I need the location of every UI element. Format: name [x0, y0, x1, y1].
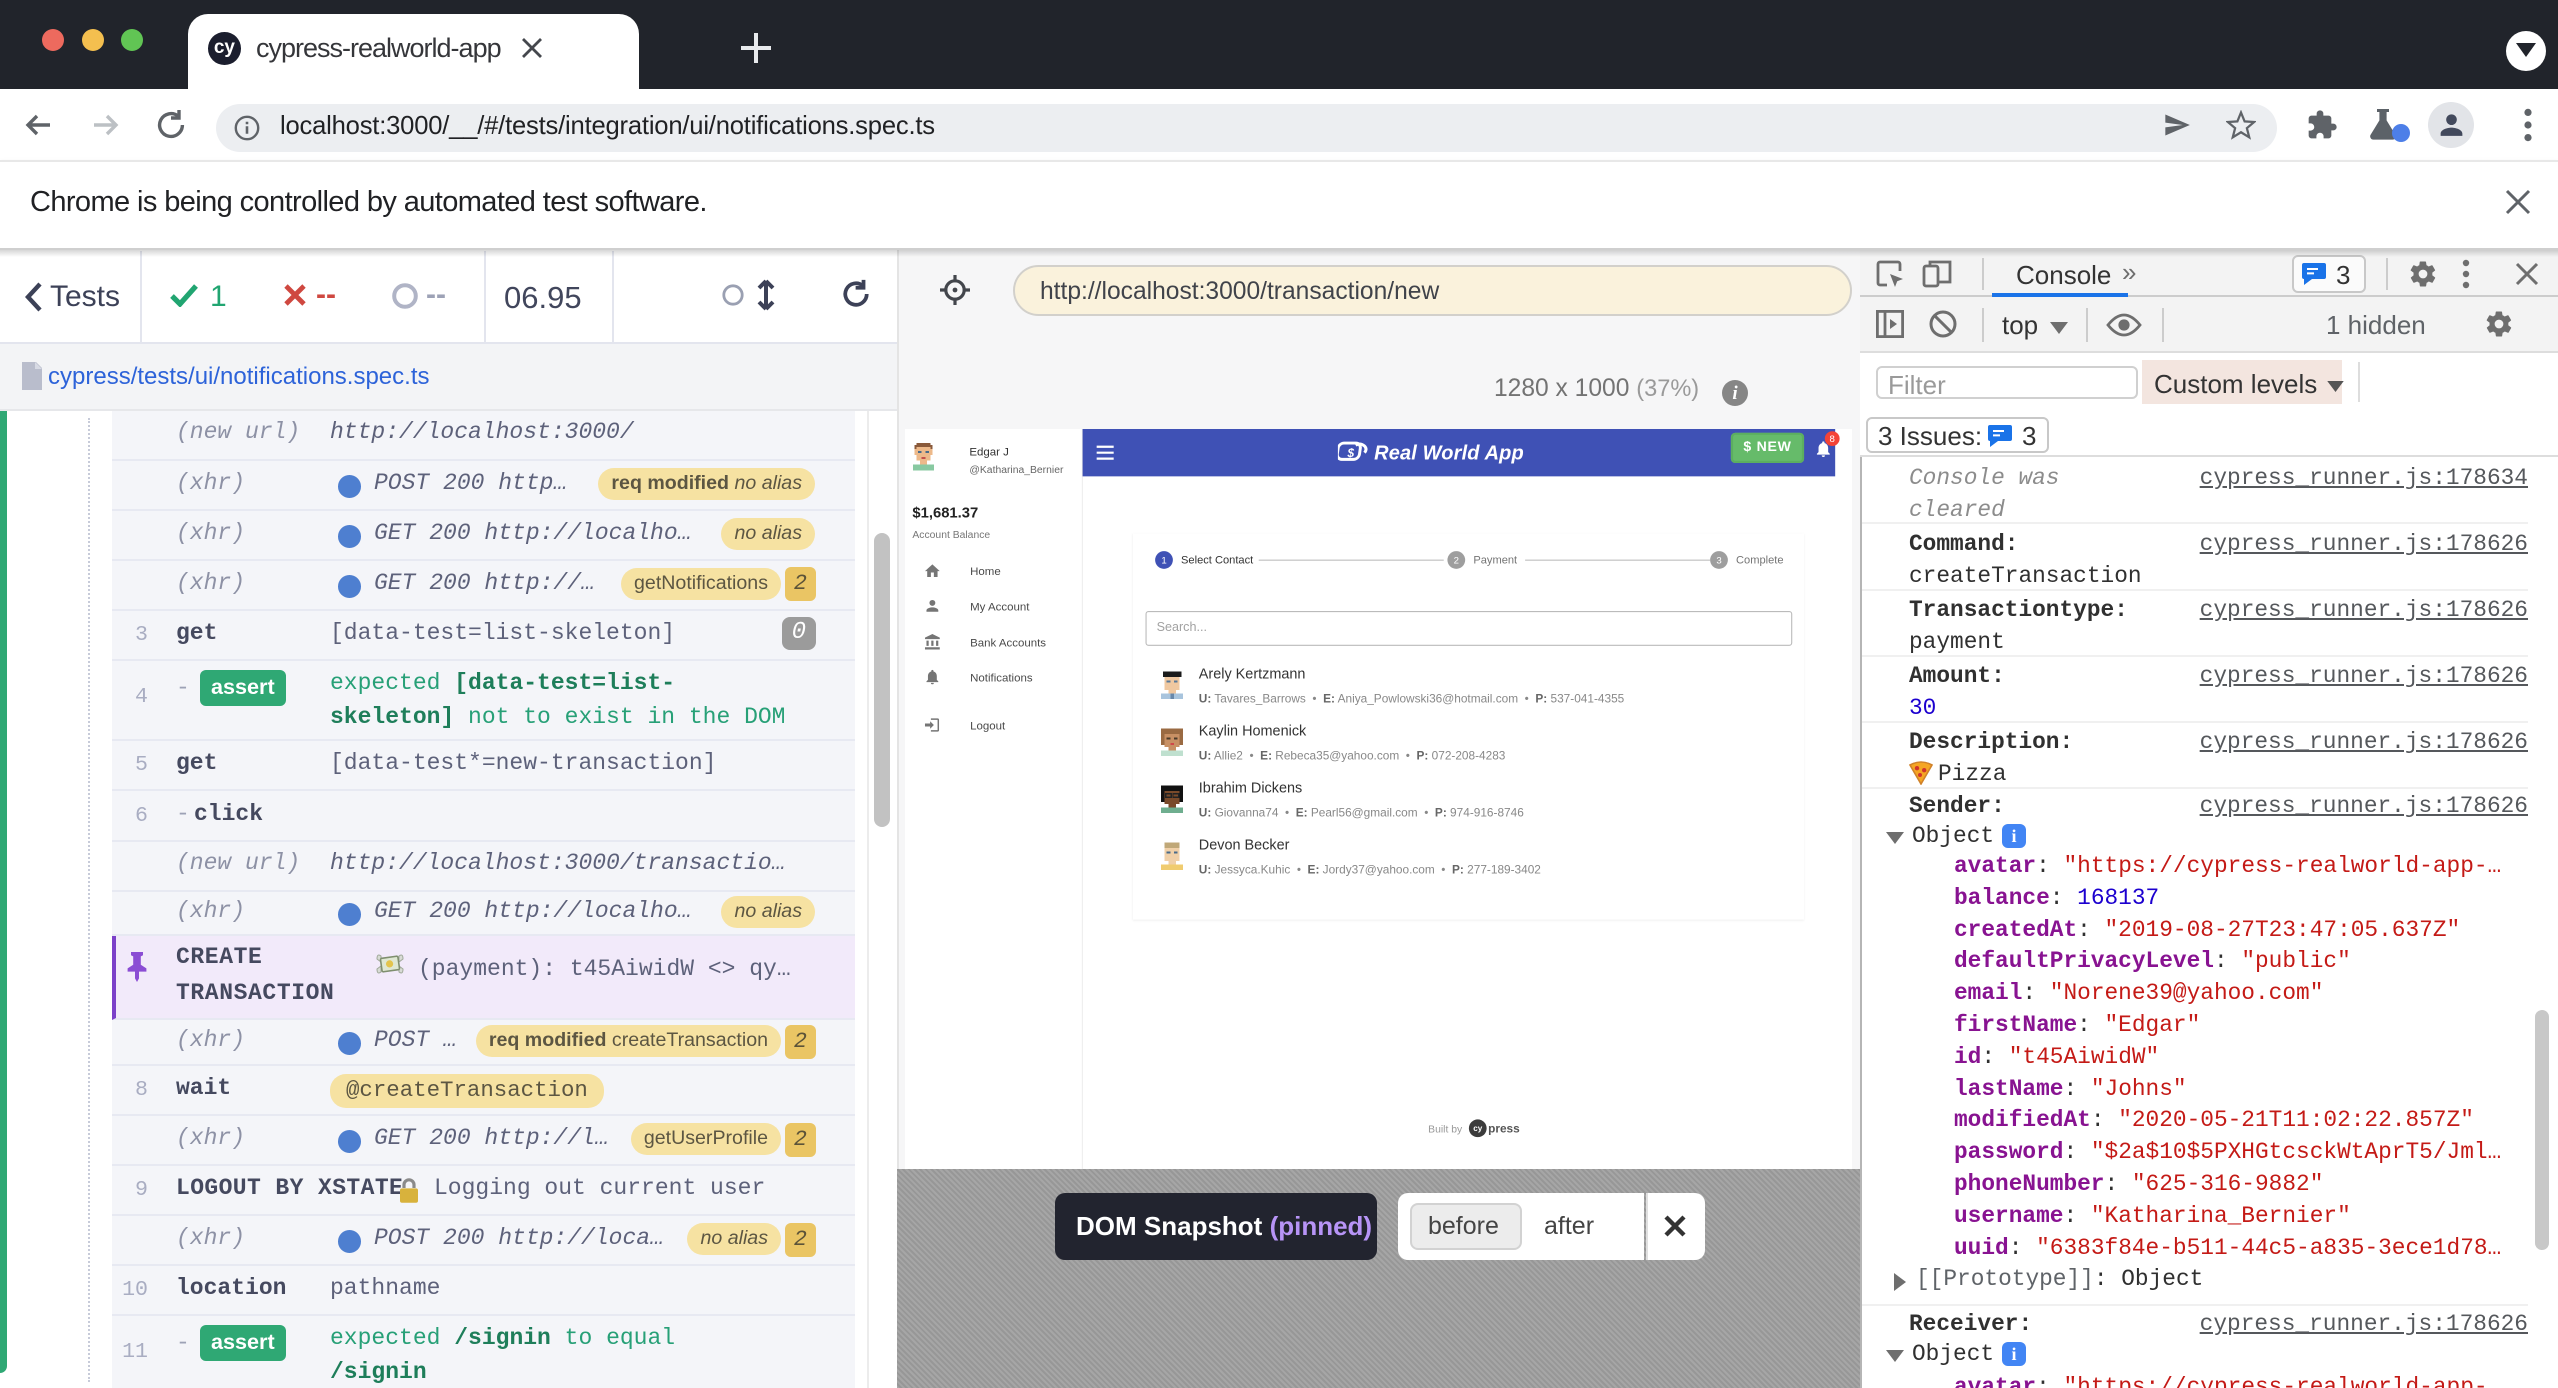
- svg-text:$: $: [1346, 446, 1354, 460]
